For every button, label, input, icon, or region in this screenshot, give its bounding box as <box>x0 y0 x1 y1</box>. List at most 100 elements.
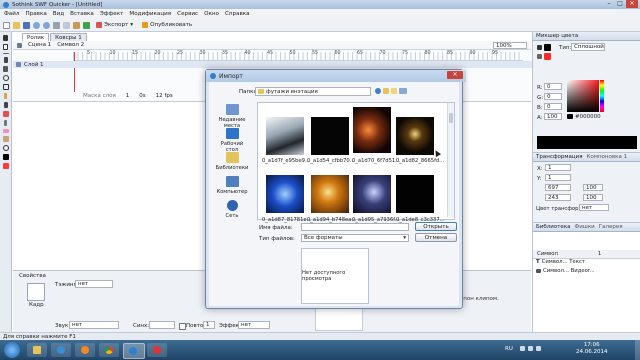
start-button[interactable] <box>4 342 20 358</box>
menu-item-modify[interactable]: Модификация <box>129 11 171 17</box>
effect-select[interactable]: нет <box>238 321 270 329</box>
stroke-swatch[interactable] <box>544 44 551 51</box>
zoom-tool-icon[interactable] <box>2 145 9 151</box>
place-network[interactable]: Сеть <box>215 200 249 219</box>
open-folder-icon[interactable] <box>13 21 20 29</box>
cancel-button[interactable]: Отмена <box>415 233 457 242</box>
oval-tool-icon[interactable] <box>2 75 9 81</box>
repeat-input[interactable]: 1 <box>203 321 215 329</box>
list-item[interactable]: Символ... Видеоr... <box>536 268 595 274</box>
g-input[interactable]: 0 <box>544 93 562 100</box>
publish-button[interactable]: Опубликовать <box>139 20 195 31</box>
menu-item-view[interactable]: Вид <box>53 11 64 17</box>
sound-select[interactable]: нет <box>69 321 119 329</box>
repeat-checkbox[interactable] <box>179 323 186 330</box>
scrollbar-thumb[interactable] <box>449 113 453 123</box>
save-icon[interactable] <box>23 21 30 29</box>
tray-icons[interactable] <box>520 346 560 353</box>
b-input[interactable]: 0 <box>544 103 562 110</box>
close-button[interactable]: ✕ <box>626 0 638 8</box>
taskbar-swf-quicker[interactable] <box>123 343 145 359</box>
show-desktop-button[interactable] <box>635 340 640 360</box>
place-libraries[interactable]: Библиотеки <box>215 152 249 171</box>
open-button[interactable]: Открыть <box>415 222 457 231</box>
color-spectrum[interactable] <box>567 80 599 112</box>
taskbar-explorer[interactable] <box>27 343 47 357</box>
pencil-tool-icon[interactable] <box>4 93 7 99</box>
taskbar-media[interactable] <box>75 343 95 357</box>
back-folder-icon[interactable] <box>375 88 381 94</box>
line-tool-icon[interactable] <box>2 53 9 54</box>
hue-slider[interactable] <box>600 80 604 112</box>
stroke-color-swatch[interactable] <box>2 154 9 160</box>
taskbar-ie[interactable] <box>51 343 71 357</box>
tab-transform[interactable]: Трансформация <box>536 154 583 160</box>
library-col-count[interactable]: 1 <box>598 251 601 257</box>
width-input[interactable]: 697 <box>545 184 571 191</box>
place-computer[interactable]: Компьютер <box>215 176 249 195</box>
a-input[interactable]: 100 <box>544 113 562 120</box>
r-input[interactable]: 0 <box>544 83 562 90</box>
taskbar-app-red[interactable] <box>147 343 167 357</box>
taskbar-chrome[interactable] <box>99 343 119 357</box>
sync-select[interactable] <box>149 321 175 329</box>
eraser-tool-icon[interactable] <box>2 129 9 133</box>
frame-rate[interactable]: 12 fps <box>156 93 173 99</box>
pen-tool-icon[interactable] <box>3 57 8 63</box>
eyedropper-tool-icon[interactable] <box>4 120 7 126</box>
file-list-scrollbar[interactable] <box>447 103 454 217</box>
fill-swatch[interactable] <box>544 53 551 60</box>
undo-icon[interactable] <box>33 21 40 29</box>
pencil-stroke-icon[interactable] <box>537 45 542 50</box>
bucket-tool-icon[interactable] <box>2 111 9 117</box>
hand-tool-icon[interactable] <box>2 136 9 142</box>
copy-icon[interactable] <box>63 21 70 29</box>
tab-library[interactable]: Библиотека <box>536 224 570 230</box>
height-input[interactable]: 243 <box>545 194 571 201</box>
text-tool-icon[interactable] <box>3 66 8 72</box>
clock[interactable]: 17:06 24.06.2014 <box>576 342 608 356</box>
maximize-button[interactable]: □ <box>615 1 625 8</box>
label-prop-select[interactable]: нет <box>75 280 113 288</box>
zoom-select[interactable]: 100% <box>493 42 527 49</box>
x-input[interactable]: 1 <box>545 164 571 171</box>
menu-item-tools[interactable]: Сервис <box>177 11 198 17</box>
place-recent[interactable]: Недавние места <box>215 104 249 129</box>
properties-tab[interactable]: Свойства <box>19 273 46 279</box>
menu-item-edit[interactable]: Правка <box>25 11 46 17</box>
up-folder-icon[interactable] <box>383 88 389 94</box>
cut-icon[interactable] <box>53 21 60 29</box>
hex-value[interactable]: #000000 <box>575 114 601 120</box>
menu-item-help[interactable]: Справка <box>225 11 250 17</box>
tab-clips[interactable]: Фишки <box>574 224 594 230</box>
fill-type-select[interactable]: Сплошной <box>571 43 605 51</box>
brush-tool-icon[interactable] <box>3 102 8 108</box>
breadcrumb-scene[interactable]: Сцена 1 <box>28 42 51 48</box>
rectangle-tool-icon[interactable] <box>2 84 9 90</box>
color-effect-select[interactable]: нет <box>579 204 609 211</box>
library-col-name[interactable]: Символ <box>537 251 558 257</box>
export-button[interactable]: Экспорт ▾ <box>93 20 136 31</box>
menu-item-insert[interactable]: Вставка <box>70 11 94 17</box>
filename-input[interactable] <box>301 223 409 231</box>
view-menu-icon[interactable] <box>399 88 407 94</box>
minimize-button[interactable]: – <box>604 1 614 8</box>
dialog-close-button[interactable]: ✕ <box>447 71 463 79</box>
tab-layout[interactable]: Компоновка 1 <box>587 154 628 160</box>
layer-row[interactable]: Слой 1 <box>13 61 534 68</box>
bucket-fill-icon[interactable] <box>537 54 542 59</box>
y-input[interactable]: 1 <box>545 174 571 181</box>
filetype-select[interactable]: Все форматы ▾ <box>301 234 409 242</box>
menu-item-window[interactable]: Окно <box>204 11 219 17</box>
menu-item-effect[interactable]: Эффект <box>100 11 124 17</box>
fill-color-swatch[interactable] <box>2 163 9 169</box>
play-icon[interactable] <box>83 21 90 29</box>
playhead[interactable] <box>74 52 75 92</box>
scale-y-input[interactable]: 100 <box>583 194 603 201</box>
subselect-tool-icon[interactable] <box>3 44 8 50</box>
place-desktop[interactable]: Рабочий стол <box>215 128 249 153</box>
scale-x-input[interactable]: 100 <box>583 184 603 191</box>
folder-select[interactable]: футажи внэтация <box>255 87 371 96</box>
breadcrumb-symbol[interactable]: Символ 2 <box>57 42 84 48</box>
tab-gallery[interactable]: Галерея <box>599 224 623 230</box>
